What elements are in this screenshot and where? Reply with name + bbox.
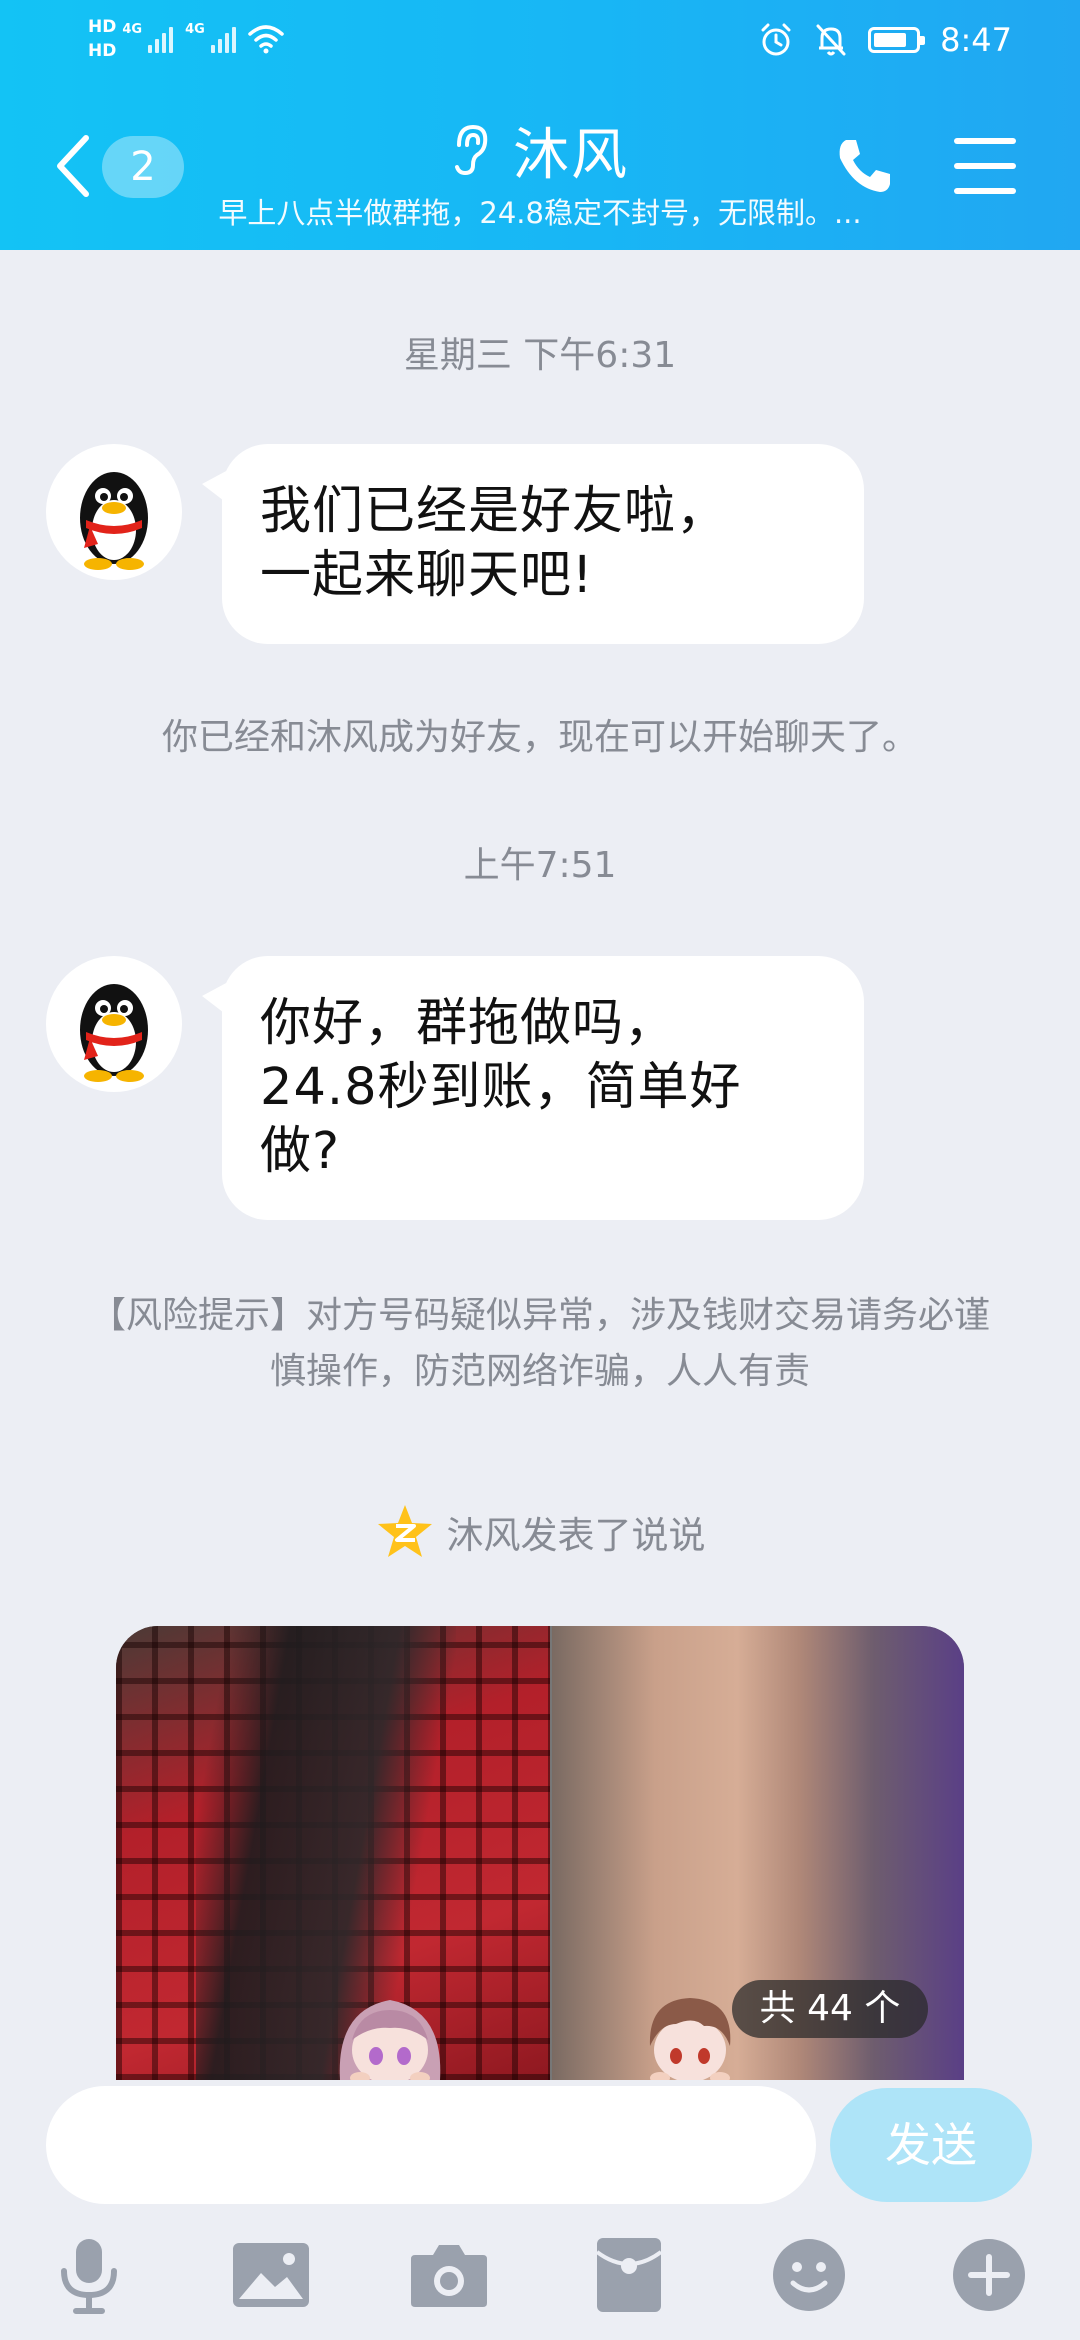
camera-icon: [411, 2245, 487, 2307]
emoji-button[interactable]: [764, 2230, 854, 2320]
message-timestamp: 上午7:51: [463, 845, 617, 886]
red-packet-button[interactable]: [584, 2230, 674, 2320]
menu-line: [954, 188, 1016, 194]
message-text-line: 你好，群拖做吗，: [260, 994, 677, 1053]
system-status: 8:47: [758, 16, 1012, 64]
status-bar: HD HD 4G 4G 8:47: [0, 0, 1080, 80]
chat-title-area[interactable]: 沐风 早上八点半做群拖，24.8稳定不封号，无限制。...: [150, 114, 930, 232]
ear-icon: [455, 124, 488, 176]
message-timestamp: 星期三 下午6:31: [403, 335, 677, 376]
more-button[interactable]: [944, 2230, 1034, 2320]
message-text-line: 一起来聊天吧!: [260, 546, 594, 605]
message-input[interactable]: [46, 2086, 816, 2204]
alarm-icon: [761, 23, 791, 56]
emoji-icon: [773, 2239, 845, 2311]
image-icon: [233, 2243, 309, 2307]
hd-indicator-2: HD: [88, 41, 117, 61]
battery-icon: [868, 27, 926, 53]
hd-indicator-1: HD: [88, 17, 117, 37]
message-text-line: 我们已经是好友啦，: [260, 482, 729, 541]
photo-count-badge: 共 44 个: [732, 1980, 928, 2038]
system-friend-note: 你已经和沐风成为好友，现在可以开始聊天了。: [161, 717, 918, 758]
mute-bell-icon: [816, 24, 846, 56]
contact-avatar[interactable]: [46, 444, 182, 580]
network-indicators: HD HD 4G 4G: [88, 14, 284, 64]
network-type-1: 4G: [122, 22, 143, 37]
send-button[interactable]: 发送: [830, 2088, 1032, 2202]
phone-icon: [839, 140, 890, 192]
qzone-star-icon: [377, 1505, 432, 1557]
chat-header: HD HD 4G 4G 8:47 2 沐风 早上八点半做群拖，24.8稳定不封号…: [0, 0, 1080, 250]
hd-indicators: HD HD: [88, 17, 116, 61]
input-area: 发送: [0, 2080, 1080, 2340]
contact-avatar[interactable]: [46, 956, 182, 1092]
voice-button[interactable]: [44, 2230, 134, 2320]
chevron-left-icon: [57, 135, 89, 197]
wifi-icon: [248, 25, 284, 54]
signal-icon-2: [210, 25, 236, 53]
anime-girl-sticker-icon: [339, 2000, 441, 2080]
red-packet-icon: [595, 2238, 663, 2312]
qq-penguin-avatar-icon: [80, 472, 148, 570]
chat-title: 沐风: [513, 122, 629, 188]
incoming-message-bubble[interactable]: 我们已经是好友啦， 一起来聊天吧!: [202, 444, 864, 644]
message-text-line: 做?: [260, 1122, 341, 1181]
network-type-2: 4G: [185, 22, 205, 37]
qq-penguin-avatar-icon: [80, 984, 148, 1082]
menu-line: [954, 163, 1016, 169]
message-text-line: 24.8秒到账，简单好: [260, 1058, 742, 1117]
qzone-post-text: 沐风发表了说说: [446, 1514, 706, 1557]
anime-boy-sticker-icon: [649, 1998, 731, 2080]
image-button[interactable]: [226, 2230, 316, 2320]
clock: 8:47: [940, 21, 1012, 59]
incoming-message-bubble[interactable]: 你好，群拖做吗， 24.8秒到账，简单好 做?: [202, 956, 864, 1220]
risk-warning-note: 【风险提示】对方号码疑似异常，涉及钱财交易请务必谨慎操作，防范网络诈骗，人人有责: [89, 1295, 990, 1392]
mic-icon: [61, 2239, 117, 2314]
chat-subtitle: 早上八点半做群拖，24.8稳定不封号，无限制。...: [218, 196, 862, 230]
qzone-post-note[interactable]: 沐风发表了说说: [0, 1502, 1080, 1562]
menu-button[interactable]: [954, 138, 1016, 194]
menu-line: [954, 138, 1016, 144]
title-bar: 2 沐风 早上八点半做群拖，24.8稳定不封号，无限制。...: [0, 100, 1080, 250]
call-button[interactable]: [832, 134, 896, 198]
camera-button[interactable]: [404, 2230, 494, 2320]
input-toolbar: [0, 2230, 1080, 2330]
message-list[interactable]: 星期三 下午6:31 我们已经是好友啦， 一起来聊天吧! 你已经和沐风成为好友，…: [0, 250, 1080, 2080]
signal-icon: [148, 25, 174, 53]
plus-icon: [953, 2239, 1025, 2311]
